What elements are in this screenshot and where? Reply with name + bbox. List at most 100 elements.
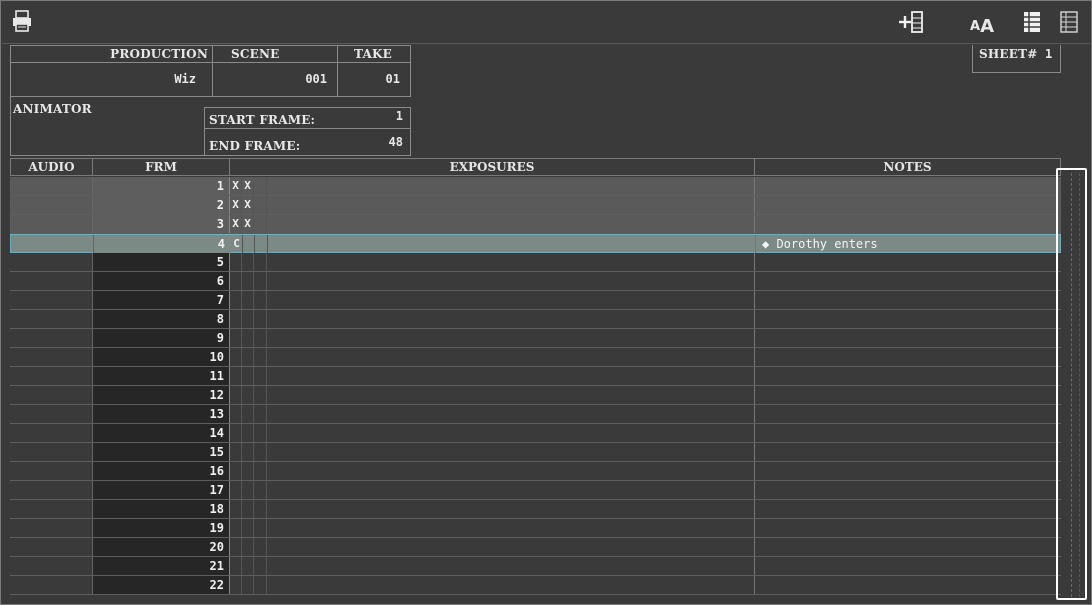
exposure-cell[interactable]: [267, 500, 755, 518]
exposure-cell[interactable]: [230, 576, 242, 594]
exposure-cell[interactable]: [254, 272, 267, 290]
notes-cell[interactable]: ◆ Dorothy enters: [756, 235, 1062, 253]
production-field[interactable]: Wiz: [10, 62, 213, 97]
exposure-cell[interactable]: [267, 462, 755, 480]
exposure-cell[interactable]: [242, 310, 254, 328]
exposure-cell[interactable]: [242, 348, 254, 366]
notes-cell[interactable]: [755, 253, 1061, 271]
printer-icon[interactable]: [10, 9, 34, 33]
notes-cell[interactable]: [755, 329, 1061, 347]
audio-cell[interactable]: [10, 557, 93, 575]
exposure-cell[interactable]: [267, 424, 755, 442]
audio-cell[interactable]: [10, 405, 93, 423]
exposure-cell[interactable]: [254, 424, 267, 442]
audio-cell[interactable]: [11, 235, 94, 253]
animator-field[interactable]: ANIMATOR: [10, 96, 206, 156]
notes-cell[interactable]: [755, 348, 1061, 366]
table-row[interactable]: 5: [10, 253, 1061, 272]
audio-cell[interactable]: [10, 196, 93, 214]
table-row[interactable]: 12: [10, 386, 1061, 405]
notes-cell[interactable]: [755, 386, 1061, 404]
notes-cell[interactable]: [755, 272, 1061, 290]
exposure-cell[interactable]: [267, 291, 755, 309]
table-row[interactable]: 2XX: [10, 196, 1061, 215]
exposure-cell[interactable]: [230, 424, 242, 442]
notes-cell[interactable]: [755, 291, 1061, 309]
exposure-cell[interactable]: [242, 405, 254, 423]
exposure-cell[interactable]: [230, 557, 242, 575]
audio-cell[interactable]: [10, 576, 93, 594]
audio-cell[interactable]: [10, 177, 93, 195]
exposure-cell[interactable]: [267, 443, 755, 461]
exposure-cell[interactable]: [267, 386, 755, 404]
exposure-cell[interactable]: [230, 481, 242, 499]
audio-cell[interactable]: [10, 215, 93, 233]
sheet-number-field[interactable]: SHEET# 1: [972, 45, 1061, 73]
exposure-cell[interactable]: [254, 367, 267, 385]
exposure-cell[interactable]: [243, 235, 255, 253]
table-row[interactable]: 1XX: [10, 177, 1061, 196]
exposure-cell[interactable]: [267, 253, 755, 271]
exposure-cell[interactable]: [267, 557, 755, 575]
scroll-thumb[interactable]: [1056, 168, 1087, 600]
exposure-cell[interactable]: [230, 538, 242, 556]
exposure-cell[interactable]: [267, 310, 755, 328]
text-size-icon[interactable]: AA: [965, 14, 999, 38]
notes-cell[interactable]: [755, 500, 1061, 518]
end-frame-field[interactable]: END FRAME: 48: [204, 128, 411, 156]
exposure-cell[interactable]: [230, 253, 242, 271]
table-row[interactable]: 3XX: [10, 215, 1061, 234]
table-row[interactable]: 17: [10, 481, 1061, 500]
exposure-cell[interactable]: [242, 367, 254, 385]
table-row[interactable]: 7: [10, 291, 1061, 310]
exposure-cell[interactable]: X: [242, 177, 254, 195]
exposure-cell[interactable]: [267, 329, 755, 347]
notes-cell[interactable]: [755, 196, 1061, 214]
exposure-cell[interactable]: [267, 367, 755, 385]
notes-cell[interactable]: [755, 538, 1061, 556]
exposure-cell[interactable]: [267, 348, 755, 366]
notes-cell[interactable]: [755, 519, 1061, 537]
exposure-cell[interactable]: [254, 557, 267, 575]
audio-cell[interactable]: [10, 538, 93, 556]
exposure-cell[interactable]: X: [230, 177, 242, 195]
table-row[interactable]: 11: [10, 367, 1061, 386]
exposure-cell[interactable]: [254, 386, 267, 404]
exposure-cell[interactable]: [230, 310, 242, 328]
exposure-cell[interactable]: [242, 386, 254, 404]
start-frame-field[interactable]: START FRAME: 1: [204, 107, 411, 129]
exposure-cell[interactable]: [254, 519, 267, 537]
exposure-cell[interactable]: [242, 519, 254, 537]
audio-cell[interactable]: [10, 424, 93, 442]
exposure-cell[interactable]: [254, 253, 267, 271]
exposure-cell[interactable]: [254, 576, 267, 594]
exposure-cell[interactable]: [267, 196, 755, 214]
exposure-cell[interactable]: [254, 291, 267, 309]
audio-cell[interactable]: [10, 443, 93, 461]
table-row[interactable]: 8: [10, 310, 1061, 329]
table-row[interactable]: 18: [10, 500, 1061, 519]
audio-cell[interactable]: [10, 329, 93, 347]
notes-cell[interactable]: [755, 405, 1061, 423]
exposure-cell[interactable]: [230, 348, 242, 366]
scene-field[interactable]: 001: [212, 62, 338, 97]
exposure-cell[interactable]: [242, 538, 254, 556]
audio-cell[interactable]: [10, 253, 93, 271]
exposure-cell[interactable]: [267, 177, 755, 195]
exposure-cell[interactable]: [242, 481, 254, 499]
exposure-cell[interactable]: [242, 272, 254, 290]
notes-cell[interactable]: [755, 424, 1061, 442]
audio-cell[interactable]: [10, 500, 93, 518]
exposure-cell[interactable]: [267, 405, 755, 423]
exposure-cell[interactable]: [254, 481, 267, 499]
table-row[interactable]: 19: [10, 519, 1061, 538]
exposure-cell[interactable]: [242, 329, 254, 347]
exposure-cell[interactable]: [254, 329, 267, 347]
notes-cell[interactable]: [755, 443, 1061, 461]
exposure-cell[interactable]: [230, 291, 242, 309]
take-field[interactable]: 01: [337, 62, 411, 97]
table-row[interactable]: 14: [10, 424, 1061, 443]
exposure-cell[interactable]: X: [230, 215, 242, 233]
exposure-cell[interactable]: [242, 424, 254, 442]
exposure-cell[interactable]: [242, 462, 254, 480]
